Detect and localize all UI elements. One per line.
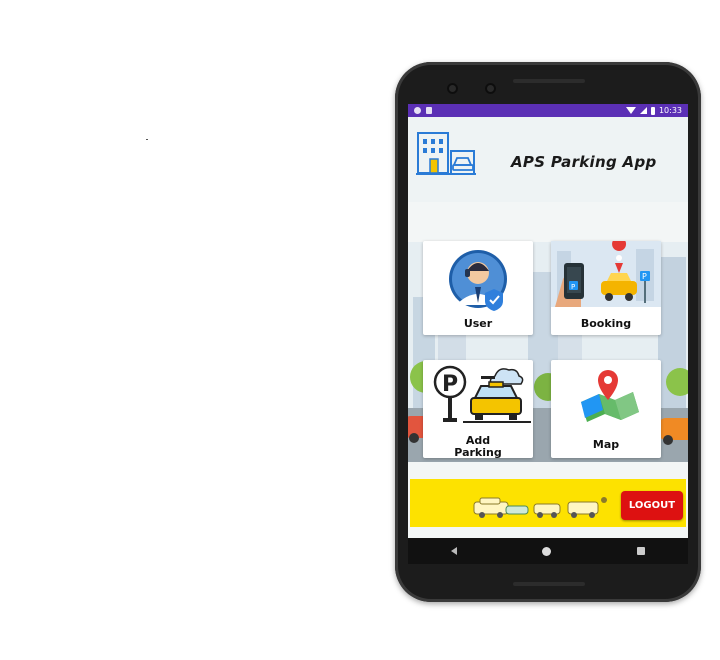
building-car-icon: [416, 132, 476, 175]
app-header: APS Parking App: [408, 117, 688, 202]
signal-icon: [639, 107, 647, 114]
add-parking-label-line1: Add: [465, 434, 491, 447]
app-screen: 10:33 APS Parking App User P P Booking P…: [408, 104, 688, 564]
recents-icon[interactable]: [637, 547, 646, 555]
bottom-banner: LOGOUT: [410, 479, 686, 527]
status-time: 10:33: [658, 106, 682, 115]
status-bar: 10:33: [408, 104, 688, 117]
battery-icon: [650, 106, 655, 115]
add-parking-label-line2: Parking: [454, 446, 502, 459]
app-notification-icon: [414, 107, 421, 114]
home-icon[interactable]: [542, 546, 552, 556]
svg-text:P: P: [442, 372, 458, 397]
booking-phone-car-icon: P P: [551, 241, 661, 307]
taxi-fleet-icon: [473, 497, 607, 518]
map-pin-icon: [581, 370, 639, 422]
booking-label: Booking: [580, 317, 632, 330]
booking-tile[interactable]: P P Booking: [551, 241, 661, 335]
wifi-icon: [625, 107, 636, 114]
user-avatar-icon: [449, 250, 507, 311]
card-icon: [426, 107, 432, 114]
add-parking-tile[interactable]: P Add Parking: [423, 360, 533, 458]
map-tile[interactable]: Map: [551, 360, 661, 458]
app-title: APS Parking App: [511, 153, 657, 171]
front-camera: [447, 83, 458, 94]
stray-dot: [146, 139, 148, 140]
svg-text:P: P: [571, 283, 575, 291]
phone-frame: 10:33 APS Parking App User P P Booking P…: [395, 62, 701, 602]
map-label: Map: [592, 438, 620, 451]
logout-button[interactable]: LOGOUT: [621, 491, 683, 520]
speaker-bottom: [513, 582, 585, 586]
back-icon[interactable]: [450, 547, 457, 555]
parking-sign-taxi-icon: P: [433, 365, 531, 423]
front-sensor: [485, 83, 496, 94]
speaker-top: [513, 79, 585, 83]
user-label: User: [463, 317, 493, 330]
svg-text:P: P: [642, 272, 647, 281]
android-nav-bar: [408, 538, 688, 564]
user-tile[interactable]: User: [423, 241, 533, 335]
